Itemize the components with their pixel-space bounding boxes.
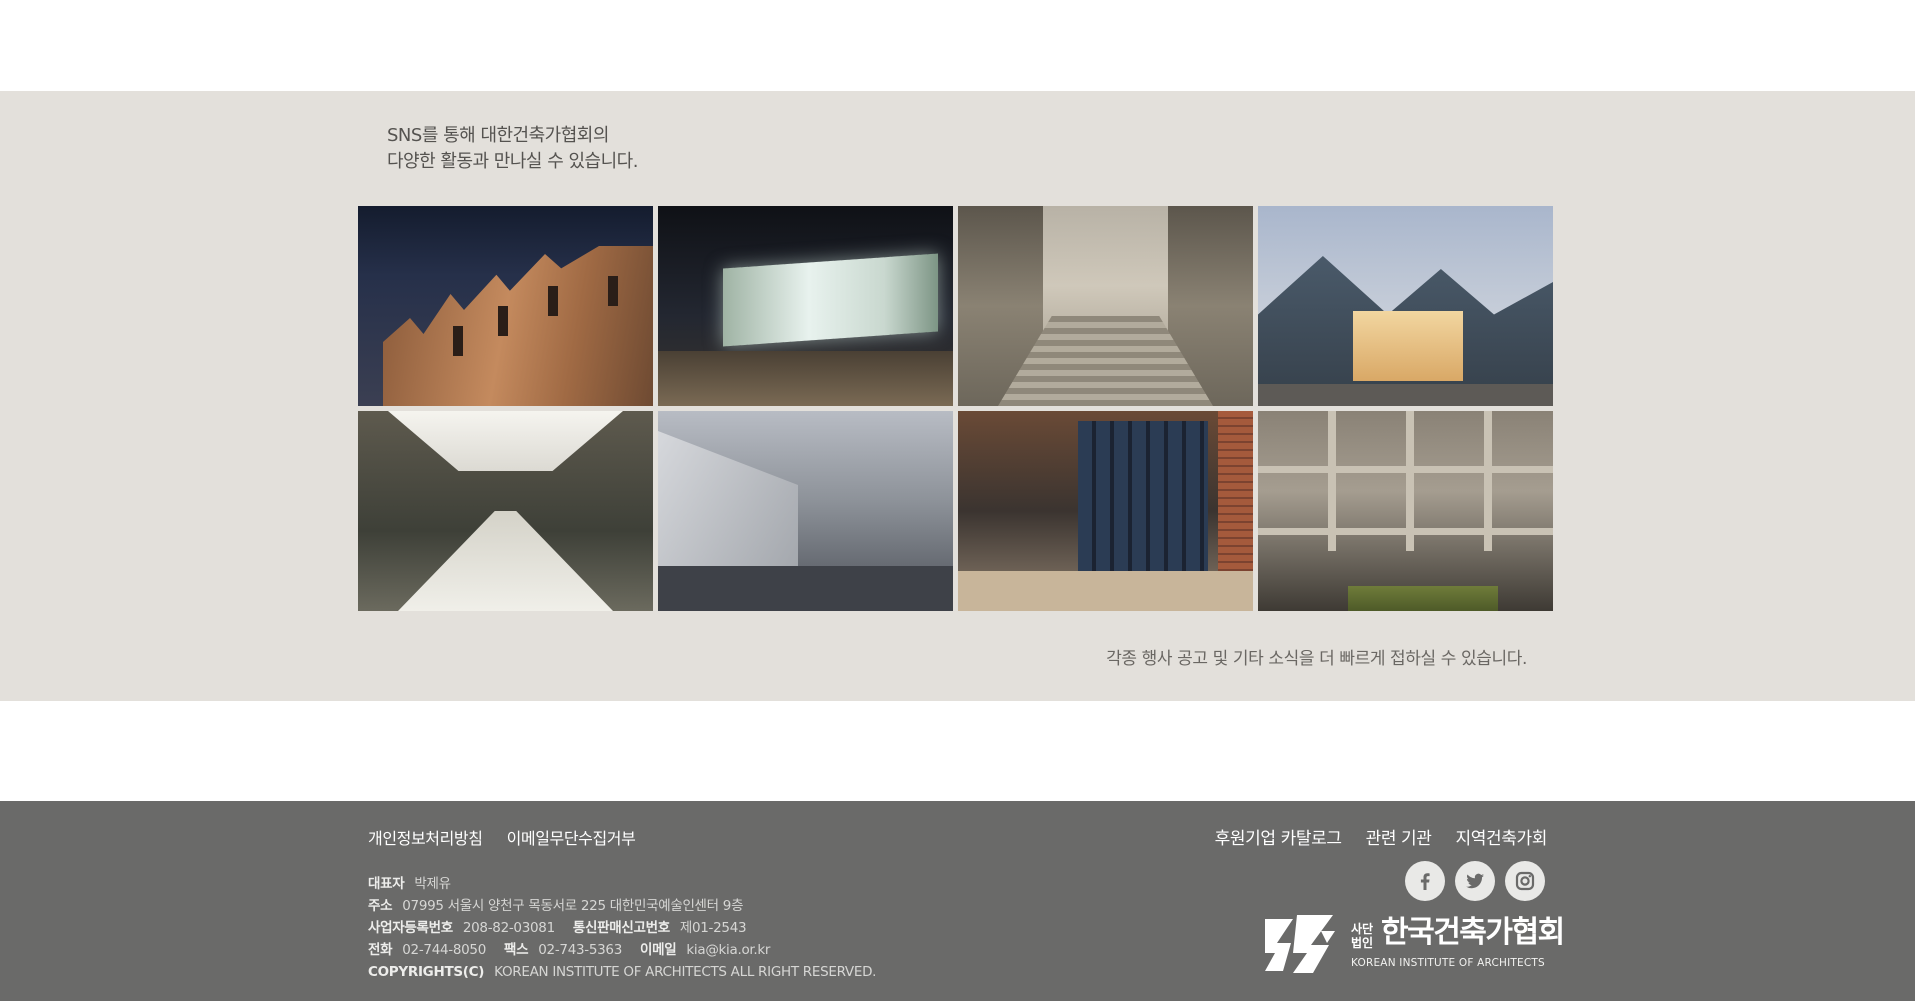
regional-architects-link[interactable]: 지역건축가회 bbox=[1456, 824, 1548, 849]
sns-note: 각종 행사 공고 및 기타 소식을 더 빠르게 접하실 수 있습니다. bbox=[1106, 649, 1527, 669]
sns-photo-gabled-pavilion[interactable] bbox=[1258, 206, 1553, 406]
email-label: 이메일 bbox=[640, 942, 677, 958]
sns-photo-atrium-stairs[interactable] bbox=[958, 206, 1253, 406]
rep-label: 대표자 bbox=[368, 876, 405, 892]
copyright-label: COPYRIGHTS(C) bbox=[368, 964, 485, 980]
phone-value: 02-744-8050 bbox=[402, 942, 486, 958]
phone-label: 전화 bbox=[368, 942, 393, 958]
business-number-label: 사업자등록번호 bbox=[368, 920, 453, 936]
twitter-icon[interactable] bbox=[1455, 861, 1495, 901]
sns-photo-brick-houses[interactable] bbox=[358, 206, 653, 406]
kia-logo-name-ko: 한국건축가협회 bbox=[1381, 915, 1565, 950]
sns-intro-line2: 다양한 활동과 만나실 수 있습니다. bbox=[387, 151, 638, 172]
rep-value: 박제유 bbox=[414, 876, 451, 892]
sns-photo-library-atrium[interactable] bbox=[958, 411, 1253, 611]
mail-order-label: 통신판매신고번호 bbox=[572, 920, 670, 936]
kia-logo-mark-icon bbox=[1265, 915, 1335, 973]
sns-intro-line1: SNS를 통해 대한건축가협회의 bbox=[387, 125, 609, 146]
business-number-value: 208-82-03081 bbox=[462, 920, 555, 936]
footer-policy-links: 개인정보처리방침 이메일무단수집거부 bbox=[368, 825, 636, 849]
kia-logo[interactable]: 사단 법인 한국건축가협회 KOREAN INSTITUTE OF ARCHIT… bbox=[1263, 913, 1565, 975]
email-value[interactable]: kia@kia.or.kr bbox=[686, 942, 770, 958]
sns-intro: SNS를 통해 대한건축가협회의 다양한 활동과 만나실 수 있습니다. bbox=[387, 123, 638, 175]
sns-section: SNS를 통해 대한건축가협회의 다양한 활동과 만나실 수 있습니다. 각종 … bbox=[0, 91, 1915, 701]
related-organizations-link[interactable]: 관련 기관 bbox=[1366, 824, 1432, 849]
sns-photo-corridor[interactable] bbox=[358, 411, 653, 611]
copyright-value: KOREAN INSTITUTE OF ARCHITECTS ALL RIGHT… bbox=[494, 964, 877, 980]
sns-photo-concrete-interior[interactable] bbox=[658, 411, 953, 611]
facebook-icon[interactable] bbox=[1405, 861, 1445, 901]
sponsor-catalog-link[interactable]: 후원기업 카탈로그 bbox=[1215, 824, 1342, 849]
fax-label: 팩스 bbox=[504, 942, 529, 958]
sns-photo-courtyard[interactable] bbox=[1258, 411, 1553, 611]
email-refusal-link[interactable]: 이메일무단수집거부 bbox=[507, 825, 636, 849]
kia-logo-corporation-label: 사단 법인 bbox=[1351, 922, 1374, 950]
sns-photo-gallery bbox=[358, 206, 1554, 611]
footer: 개인정보처리방침 이메일무단수집거부 후원기업 카탈로그 관련 기관 지역건축가… bbox=[0, 801, 1915, 1001]
instagram-icon[interactable] bbox=[1505, 861, 1545, 901]
privacy-policy-link[interactable]: 개인정보처리방침 bbox=[368, 825, 483, 849]
company-info: 대표자 박제유 주소 07995 서울시 양천구 목동서로 225 대한민국예술인센… bbox=[368, 873, 890, 983]
address-value: 07995 서울시 양천구 목동서로 225 대한민국예술인센터 9층 bbox=[402, 898, 744, 914]
mail-order-value: 제01-2543 bbox=[679, 920, 747, 936]
address-label: 주소 bbox=[368, 898, 393, 914]
footer-related-links: 후원기업 카탈로그 관련 기관 지역건축가회 bbox=[1215, 824, 1548, 849]
fax-value: 02-743-5363 bbox=[538, 942, 622, 958]
kia-logo-name-en: KOREAN INSTITUTE OF ARCHITECTS bbox=[1351, 957, 1545, 969]
social-links bbox=[1405, 861, 1545, 901]
sns-photo-glass-pavilion[interactable] bbox=[658, 206, 953, 406]
